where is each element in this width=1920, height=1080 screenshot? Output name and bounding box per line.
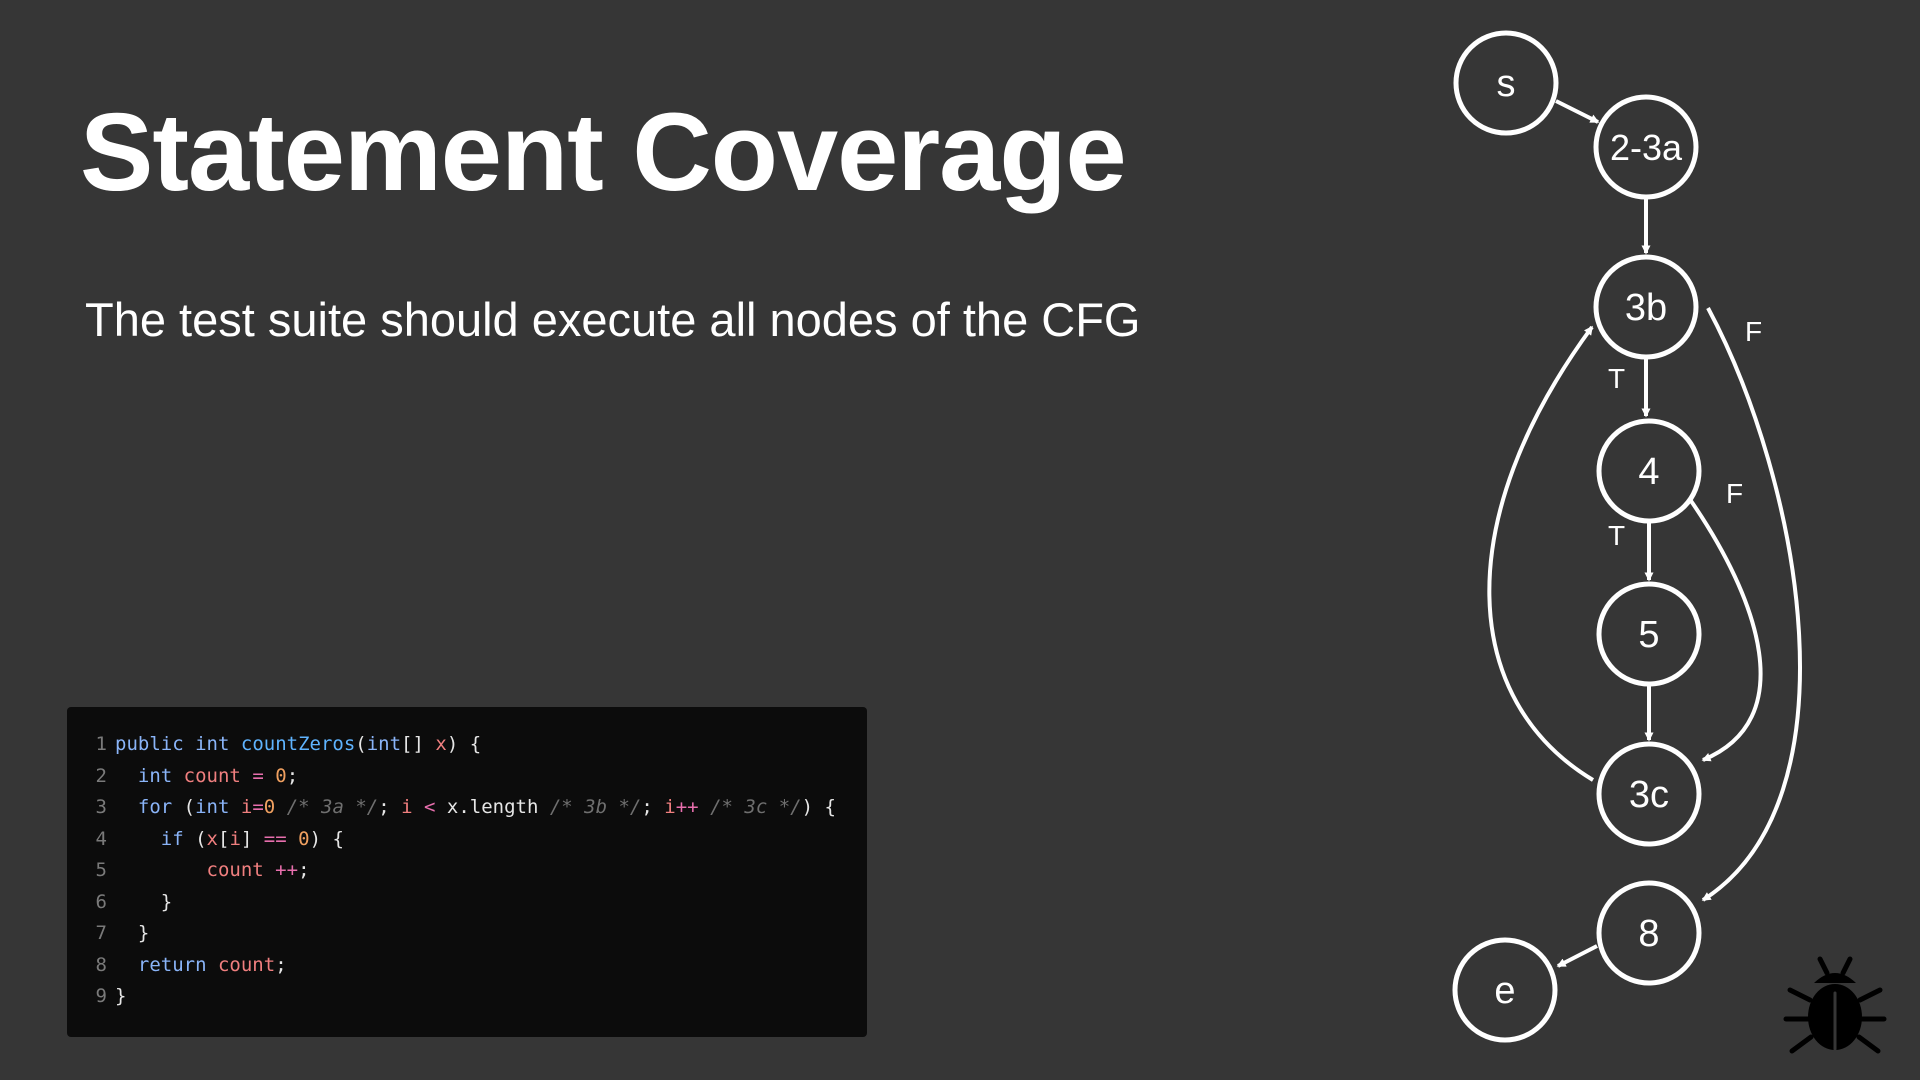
cfg-node-label: 2-3a	[1610, 127, 1683, 168]
cfg-node: e	[1452, 937, 1558, 1043]
cfg-node: 3b	[1593, 254, 1699, 360]
cfg-edge	[1701, 307, 1802, 902]
cfg-node: 5	[1596, 581, 1702, 687]
cfg-node-label: 4	[1638, 451, 1659, 493]
cfg-edge	[1556, 944, 1598, 968]
cfg-node: 8	[1596, 880, 1702, 986]
cfg-edge-label: T	[1608, 520, 1625, 551]
cfg-node-label: 8	[1638, 913, 1659, 955]
cfg-node-label: s	[1497, 63, 1516, 105]
cfg-node: 3c	[1596, 741, 1702, 847]
cfg-edge-label: F	[1745, 316, 1762, 347]
cfg-edge-label: T	[1608, 363, 1625, 394]
cfg-node: s	[1453, 30, 1559, 136]
cfg-edge	[1555, 99, 1600, 124]
cfg-node-label: 3c	[1629, 774, 1669, 816]
cfg-node-label: 3b	[1625, 287, 1667, 329]
cfg-node: 4	[1596, 418, 1702, 524]
cfg-node: 2-3a	[1593, 94, 1699, 200]
cfg-node-label: e	[1494, 970, 1515, 1012]
cfg-node-label: 5	[1638, 614, 1659, 656]
cfg-edge-label: F	[1726, 478, 1743, 509]
control-flow-graph: T T F F s 2-3a 3b 4 5 3c 8 e	[1452, 30, 1802, 1043]
cfg-edge	[1487, 325, 1595, 782]
bug-icon	[1783, 956, 1887, 1054]
